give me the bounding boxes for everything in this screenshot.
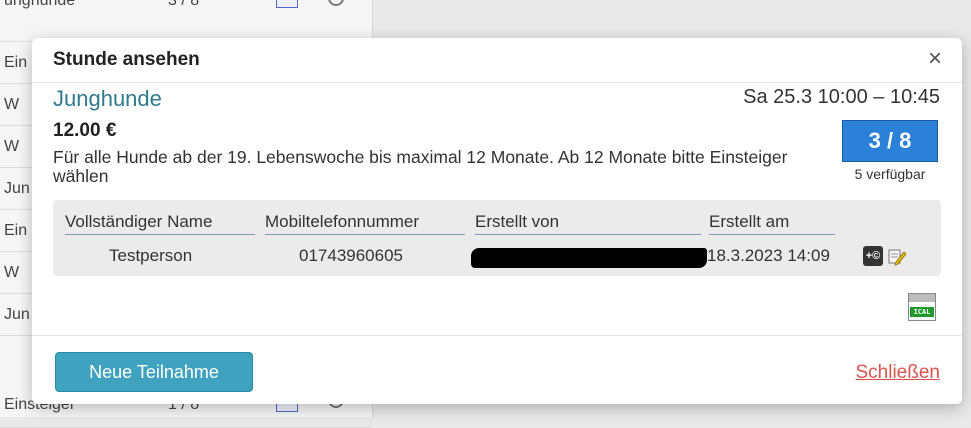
column-header-name: Vollständiger Name [65,212,255,235]
participants-table: Vollständiger Name Mobiltelefonnummer Er… [53,200,941,276]
course-datetime: Sa 25.3 10:00 – 10:45 [743,86,940,108]
redacted-created-by [471,248,707,268]
close-link[interactable]: Schließen [856,362,941,384]
lesson-modal: Stunde ansehen × Junghunde Sa 25.3 10:00… [32,38,962,404]
list-item-name: unghunde [4,0,76,9]
list-item-name: Jun [4,180,30,197]
capacity-badge: 3 / 8 [842,120,938,162]
participant-name: Testperson [109,246,193,265]
new-participation-button[interactable]: Neue Teilnahme [55,352,253,392]
ical-icon[interactable]: ICAL [908,293,936,321]
participant-phone: 01743960605 [299,246,404,265]
calendar-icon[interactable] [276,0,298,8]
column-header-created-at: Erstellt am [709,212,835,235]
list-item-name: W [4,264,20,281]
course-description: Für alle Hunde ab der 19. Lebenswoche bi… [53,147,788,186]
modal-header: Stunde ansehen × [32,38,962,83]
list-item[interactable]: unghunde 3 / 8 [0,0,372,42]
list-item-name: Ein [4,222,28,239]
column-header-created-by: Erstellt von [475,212,701,235]
flag-icon[interactable]: +© [863,246,883,266]
edit-icon[interactable] [887,246,907,266]
modal-title: Stunde ansehen [53,49,200,70]
column-header-phone: Mobiltelefonnummer [265,212,465,235]
list-item-name: Ein [4,54,28,71]
list-item-name: W [4,96,20,113]
course-name: Junghunde [53,86,162,111]
available-count: 5 verfügbar [854,166,926,182]
participant-created-at: 18.3.2023 14:09 [707,246,830,265]
search-icon[interactable] [328,0,344,6]
ical-label: ICAL [910,307,934,317]
course-price: 12.00 € [53,120,117,141]
modal-footer: Neue Teilnahme Schließen [32,335,962,405]
list-item-name: W [4,138,20,155]
ical-header [909,294,935,302]
list-item-count: 3 / 8 [168,0,200,9]
list-item-name: Jun [4,306,30,323]
close-icon[interactable]: × [928,47,942,71]
